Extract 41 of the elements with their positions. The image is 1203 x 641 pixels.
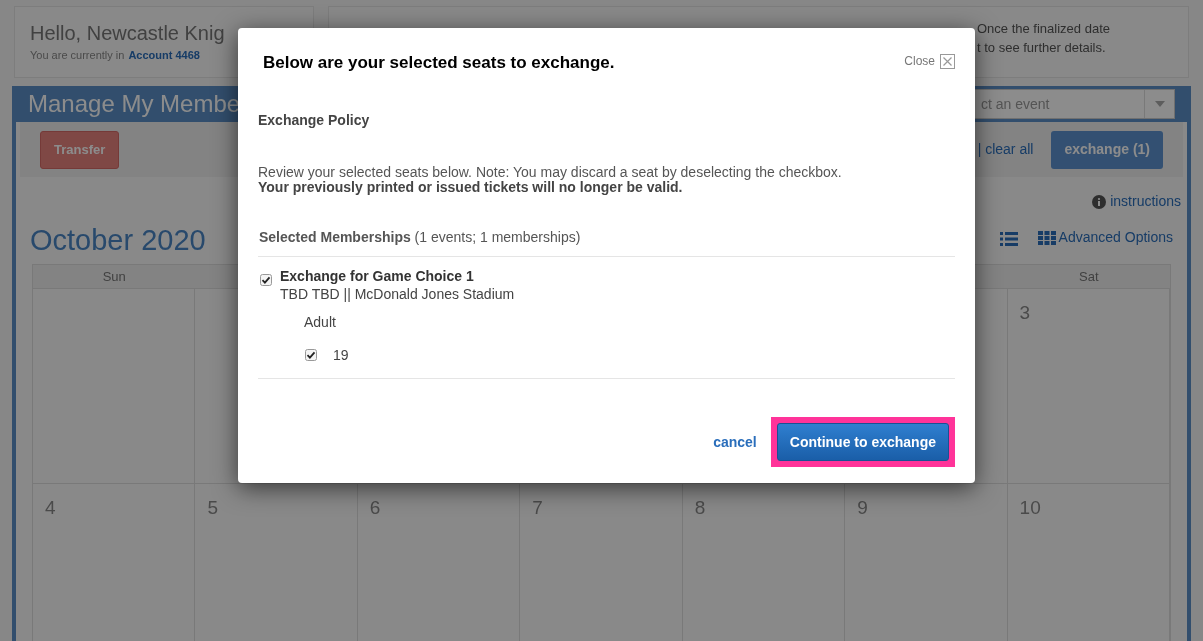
dialog-title: Below are your selected seats to exchange. [262,52,615,74]
ticket-type: Adult [304,312,336,332]
info-icon [1092,194,1107,209]
list-icon[interactable] [999,232,1018,246]
day-number: 8 [694,497,706,518]
month-title: October 2020 [30,224,206,256]
weekday-header: Sun [102,267,126,286]
event-venue: TBD TBD || McDonald Jones Stadium [280,284,515,303]
event-title: Exchange for Game Choice 1 [280,266,474,285]
checkbox[interactable] [260,273,272,286]
notice-text: t to see further details. [977,39,1106,57]
day-number: 7 [532,497,543,518]
close-button[interactable]: Close [904,52,955,70]
policy-warning: Your previously printed or issued tickets will no longer be valid. [258,179,683,195]
transfer-button[interactable]: Transfer [40,130,120,169]
cancel-link[interactable]: cancel [713,431,757,453]
clear-all-link[interactable]: | clear all [977,139,1034,160]
day-number: 9 [857,497,868,518]
section-title: Exchange Policy [258,110,370,130]
account-label: You are currently in [30,48,125,63]
account-link[interactable]: Account 4468 [128,47,200,64]
greeting-title: Hello, Newcastle Knig [30,21,225,45]
day-number: 10 [1019,497,1041,518]
advanced-options-link[interactable]: Advanced Options [1058,227,1173,248]
seat-number: 19 [333,345,349,365]
policy-note: Review your selected seats below. Note: You may discard a seat by deselecting the checkbox. [258,164,843,180]
day-number: 5 [207,497,218,518]
exchange-button[interactable]: exchange (1) [1051,130,1163,169]
instructions-link[interactable]: instructions [1110,191,1181,212]
panel-title: Manage My Membe [28,89,241,119]
caret-icon [1154,101,1165,107]
grid-icon [1037,230,1056,245]
day-number: 6 [369,497,381,518]
notice-text: Once the finalized date [977,20,1110,38]
day-number: 4 [45,497,56,518]
memberships-heading: Selected Memberships (1 events; 1 memberships) [258,227,581,247]
continue-button[interactable]: Continue to exchange [776,423,949,461]
weekday-header: Sat [1079,267,1099,286]
day-number: 3 [1019,302,1031,323]
close-icon [940,53,955,69]
checkbox[interactable] [305,349,317,361]
